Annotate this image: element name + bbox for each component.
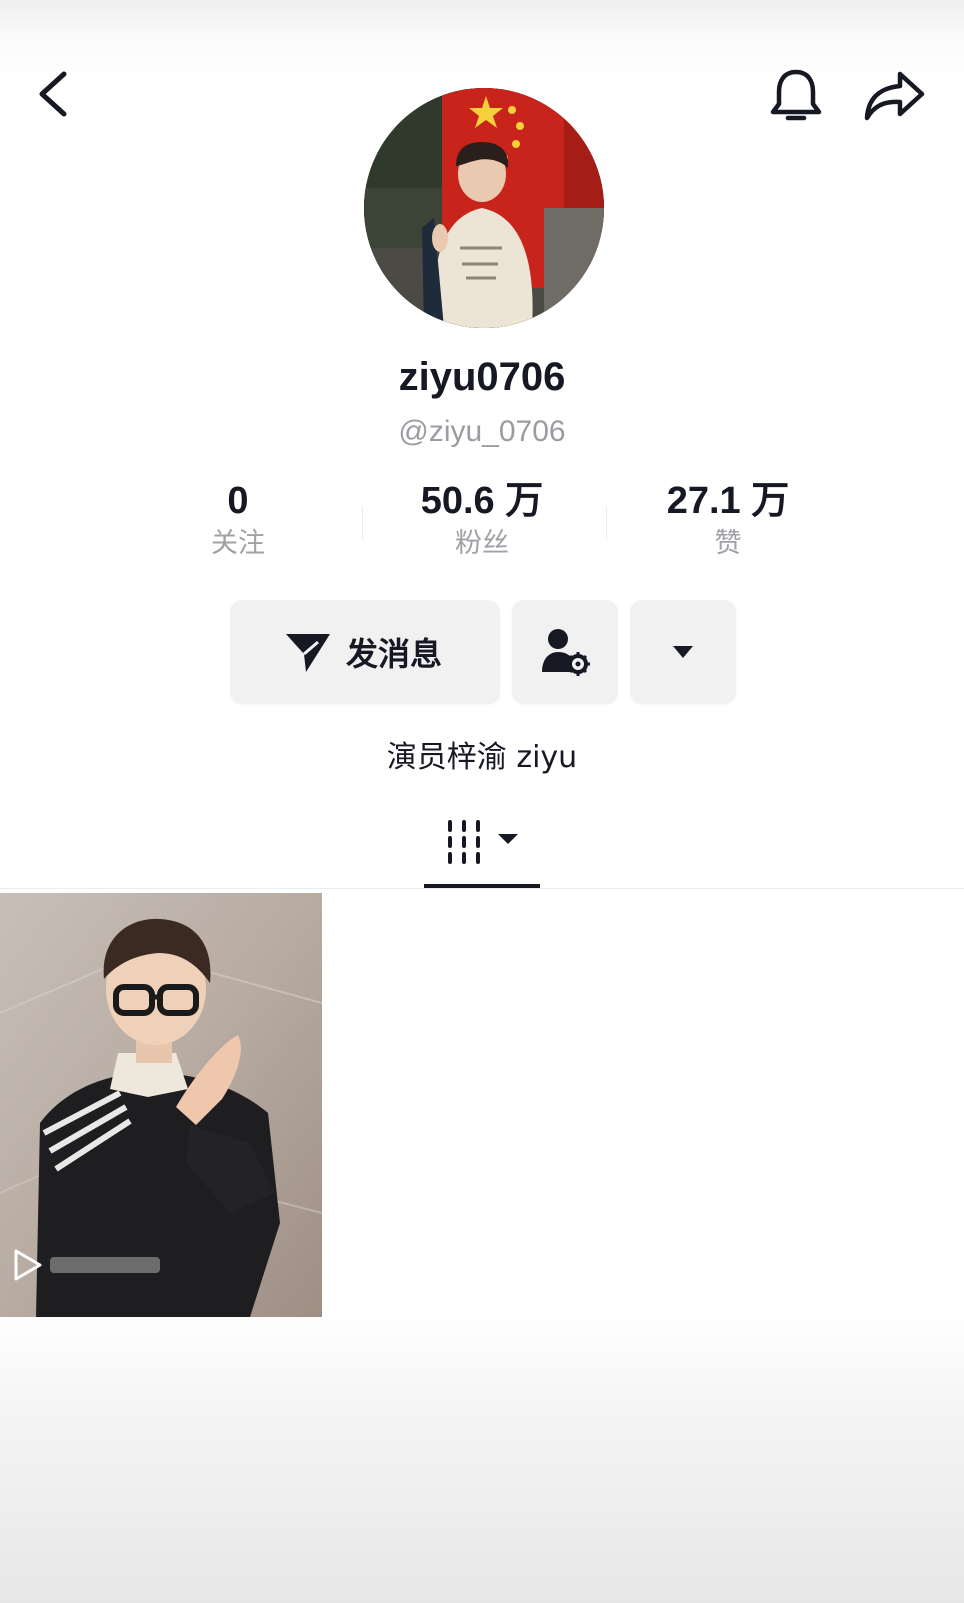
tab-caret-down-icon bbox=[498, 834, 518, 844]
stat-likes-value: 27.1 万 bbox=[666, 480, 790, 522]
avatar[interactable] bbox=[364, 88, 604, 328]
stat-divider bbox=[362, 506, 363, 540]
grid-columns-icon[interactable] bbox=[446, 818, 526, 866]
send-message-button[interactable]: 发消息 bbox=[230, 600, 500, 704]
send-icon bbox=[286, 634, 330, 672]
handle: @ziyu_0706 bbox=[398, 415, 566, 448]
bio-text: 演员梓渝 ziyu bbox=[386, 740, 578, 775]
user-settings-icon bbox=[542, 629, 590, 676]
video-thumbnail-image bbox=[0, 893, 322, 1317]
tab-divider bbox=[0, 888, 964, 889]
more-options-button[interactable] bbox=[630, 600, 736, 704]
stat-followers-label: 粉丝 bbox=[455, 528, 509, 559]
stat-likes[interactable]: 27.1 万 赞 bbox=[638, 478, 818, 562]
stat-following-label: 关注 bbox=[211, 528, 265, 559]
caret-down-icon bbox=[673, 646, 693, 658]
share-arrow-icon[interactable] bbox=[862, 68, 926, 124]
back-chevron-icon[interactable] bbox=[32, 66, 76, 122]
user-settings-button[interactable] bbox=[512, 600, 618, 704]
bell-icon[interactable] bbox=[768, 66, 824, 126]
stat-divider bbox=[606, 506, 607, 540]
stat-following-value: 0 bbox=[227, 480, 249, 522]
stat-followers-value: 50.6 万 bbox=[420, 480, 544, 522]
avatar-photo bbox=[364, 88, 604, 328]
profile-page: ziyu0706 @ziyu_0706 0 关注 50.6 万 粉丝 27.1 … bbox=[0, 0, 964, 1603]
stat-followers[interactable]: 50.6 万 粉丝 bbox=[392, 478, 572, 562]
nickname: ziyu0706 bbox=[398, 355, 566, 399]
stat-likes-label: 赞 bbox=[714, 528, 742, 559]
stat-following[interactable]: 0 关注 bbox=[148, 478, 328, 562]
send-message-label: 发消息 bbox=[346, 635, 443, 673]
video-thumbnail[interactable] bbox=[0, 893, 322, 1317]
